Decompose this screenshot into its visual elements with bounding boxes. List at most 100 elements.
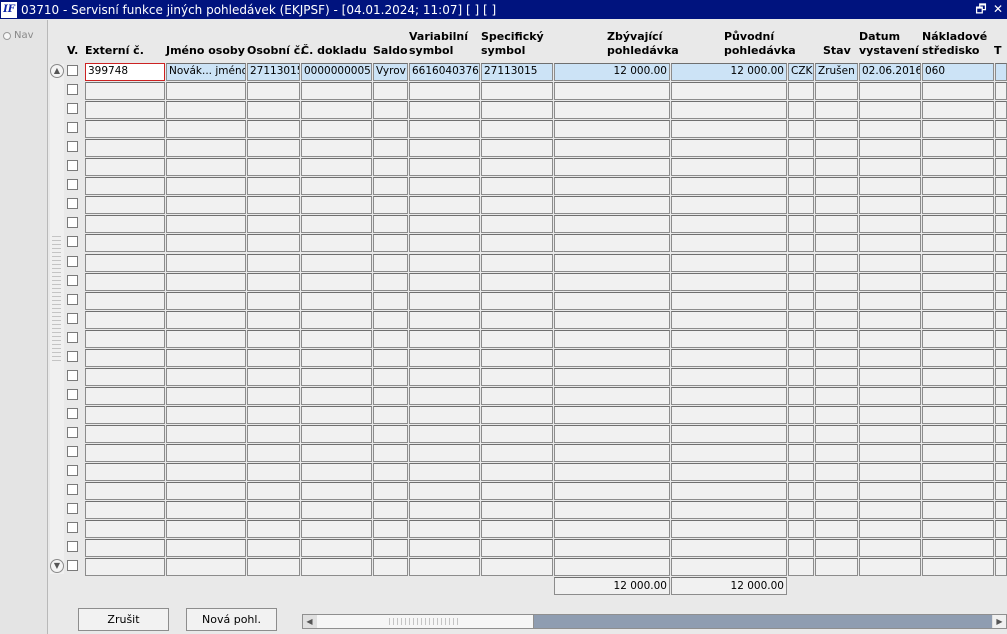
- cell-zbyvajici[interactable]: [554, 254, 670, 272]
- cell-jmeno[interactable]: [166, 101, 246, 119]
- cell-datum[interactable]: [859, 273, 921, 291]
- cell-externi[interactable]: [85, 292, 165, 310]
- cell-specificky[interactable]: [481, 501, 553, 519]
- row-select-checkbox[interactable]: [67, 313, 78, 324]
- cell-mena[interactable]: [788, 387, 814, 405]
- cell-stav[interactable]: [815, 311, 858, 329]
- cell-saldo[interactable]: [373, 368, 408, 386]
- cell-jmeno[interactable]: [166, 330, 246, 348]
- cell-externi[interactable]: [85, 273, 165, 291]
- cell-osobni[interactable]: 27113015: [247, 63, 300, 81]
- cell-stredisko[interactable]: [922, 368, 994, 386]
- cell-doklad[interactable]: 0000000005: [301, 63, 372, 81]
- row-select-checkbox[interactable]: [67, 541, 78, 552]
- cell-jmeno[interactable]: [166, 406, 246, 424]
- cell-stav[interactable]: [815, 406, 858, 424]
- cell-datum[interactable]: [859, 501, 921, 519]
- cell-doklad[interactable]: [301, 425, 372, 443]
- cell-stredisko[interactable]: [922, 82, 994, 100]
- row-select-checkbox[interactable]: [67, 370, 78, 381]
- cell-jmeno[interactable]: [166, 196, 246, 214]
- cell-osobni[interactable]: [247, 558, 300, 576]
- cell-extra[interactable]: [995, 406, 1007, 424]
- cell-stav[interactable]: [815, 292, 858, 310]
- cell-mena[interactable]: [788, 520, 814, 538]
- cell-variabilni[interactable]: [409, 82, 480, 100]
- cell-mena[interactable]: [788, 120, 814, 138]
- cell-datum[interactable]: [859, 444, 921, 462]
- cell-zbyvajici[interactable]: [554, 444, 670, 462]
- cell-variabilni[interactable]: [409, 387, 480, 405]
- cell-specificky[interactable]: [481, 558, 553, 576]
- cell-variabilni[interactable]: [409, 234, 480, 252]
- row-select-checkbox[interactable]: [67, 389, 78, 400]
- cell-mena[interactable]: [788, 482, 814, 500]
- cell-stav[interactable]: [815, 349, 858, 367]
- cell-stredisko[interactable]: [922, 215, 994, 233]
- cell-saldo[interactable]: [373, 254, 408, 272]
- cell-specificky[interactable]: [481, 292, 553, 310]
- cell-datum[interactable]: [859, 406, 921, 424]
- row-select-checkbox[interactable]: [67, 122, 78, 133]
- cell-variabilni[interactable]: [409, 273, 480, 291]
- cancel-button[interactable]: Zrušit: [78, 608, 169, 631]
- cell-saldo[interactable]: [373, 273, 408, 291]
- row-select-checkbox[interactable]: [67, 503, 78, 514]
- cell-osobni[interactable]: [247, 158, 300, 176]
- cell-saldo[interactable]: [373, 349, 408, 367]
- cell-variabilni[interactable]: [409, 311, 480, 329]
- cell-zbyvajici[interactable]: [554, 558, 670, 576]
- cell-osobni[interactable]: [247, 139, 300, 157]
- row-select-checkbox[interactable]: [67, 351, 78, 362]
- cell-osobni[interactable]: [247, 539, 300, 557]
- cell-mena[interactable]: [788, 501, 814, 519]
- cell-saldo[interactable]: [373, 82, 408, 100]
- cell-saldo[interactable]: [373, 215, 408, 233]
- cell-stav[interactable]: [815, 158, 858, 176]
- cell-puvodni[interactable]: [671, 539, 787, 557]
- cell-doklad[interactable]: [301, 101, 372, 119]
- cell-variabilni[interactable]: [409, 139, 480, 157]
- cell-saldo[interactable]: [373, 139, 408, 157]
- cell-externi[interactable]: [85, 349, 165, 367]
- cell-variabilni[interactable]: [409, 292, 480, 310]
- cell-puvodni[interactable]: [671, 349, 787, 367]
- cell-mena[interactable]: [788, 101, 814, 119]
- cell-variabilni[interactable]: [409, 558, 480, 576]
- cell-specificky[interactable]: [481, 311, 553, 329]
- cell-specificky[interactable]: [481, 463, 553, 481]
- cell-jmeno[interactable]: Novák... jméno 2: [166, 63, 246, 81]
- cell-stredisko[interactable]: [922, 539, 994, 557]
- cell-datum[interactable]: [859, 254, 921, 272]
- cell-externi[interactable]: [85, 82, 165, 100]
- cell-saldo[interactable]: [373, 444, 408, 462]
- cell-zbyvajici[interactable]: 12 000.00: [554, 63, 670, 81]
- cell-mena[interactable]: [788, 330, 814, 348]
- cell-puvodni[interactable]: [671, 234, 787, 252]
- cell-doklad[interactable]: [301, 273, 372, 291]
- cell-variabilni[interactable]: [409, 158, 480, 176]
- cell-doklad[interactable]: [301, 330, 372, 348]
- cell-doklad[interactable]: [301, 292, 372, 310]
- cell-doklad[interactable]: [301, 558, 372, 576]
- cell-doklad[interactable]: [301, 482, 372, 500]
- cell-stav[interactable]: [815, 444, 858, 462]
- cell-saldo[interactable]: [373, 558, 408, 576]
- cell-jmeno[interactable]: [166, 444, 246, 462]
- cell-stav[interactable]: [815, 196, 858, 214]
- cell-variabilni[interactable]: [409, 444, 480, 462]
- row-select-checkbox[interactable]: [67, 446, 78, 457]
- cell-zbyvajici[interactable]: [554, 311, 670, 329]
- restore-window-icon[interactable]: 🗗: [974, 1, 988, 17]
- cell-jmeno[interactable]: [166, 425, 246, 443]
- cell-stredisko[interactable]: [922, 254, 994, 272]
- cell-jmeno[interactable]: [166, 539, 246, 557]
- new-receivable-button[interactable]: Nová pohl.: [186, 608, 277, 631]
- cell-stav[interactable]: [815, 368, 858, 386]
- scroll-right-icon[interactable]: ▶: [993, 615, 1006, 628]
- cell-stredisko[interactable]: [922, 101, 994, 119]
- cell-extra[interactable]: [995, 139, 1007, 157]
- cell-doklad[interactable]: [301, 349, 372, 367]
- cell-datum[interactable]: [859, 311, 921, 329]
- cell-zbyvajici[interactable]: [554, 177, 670, 195]
